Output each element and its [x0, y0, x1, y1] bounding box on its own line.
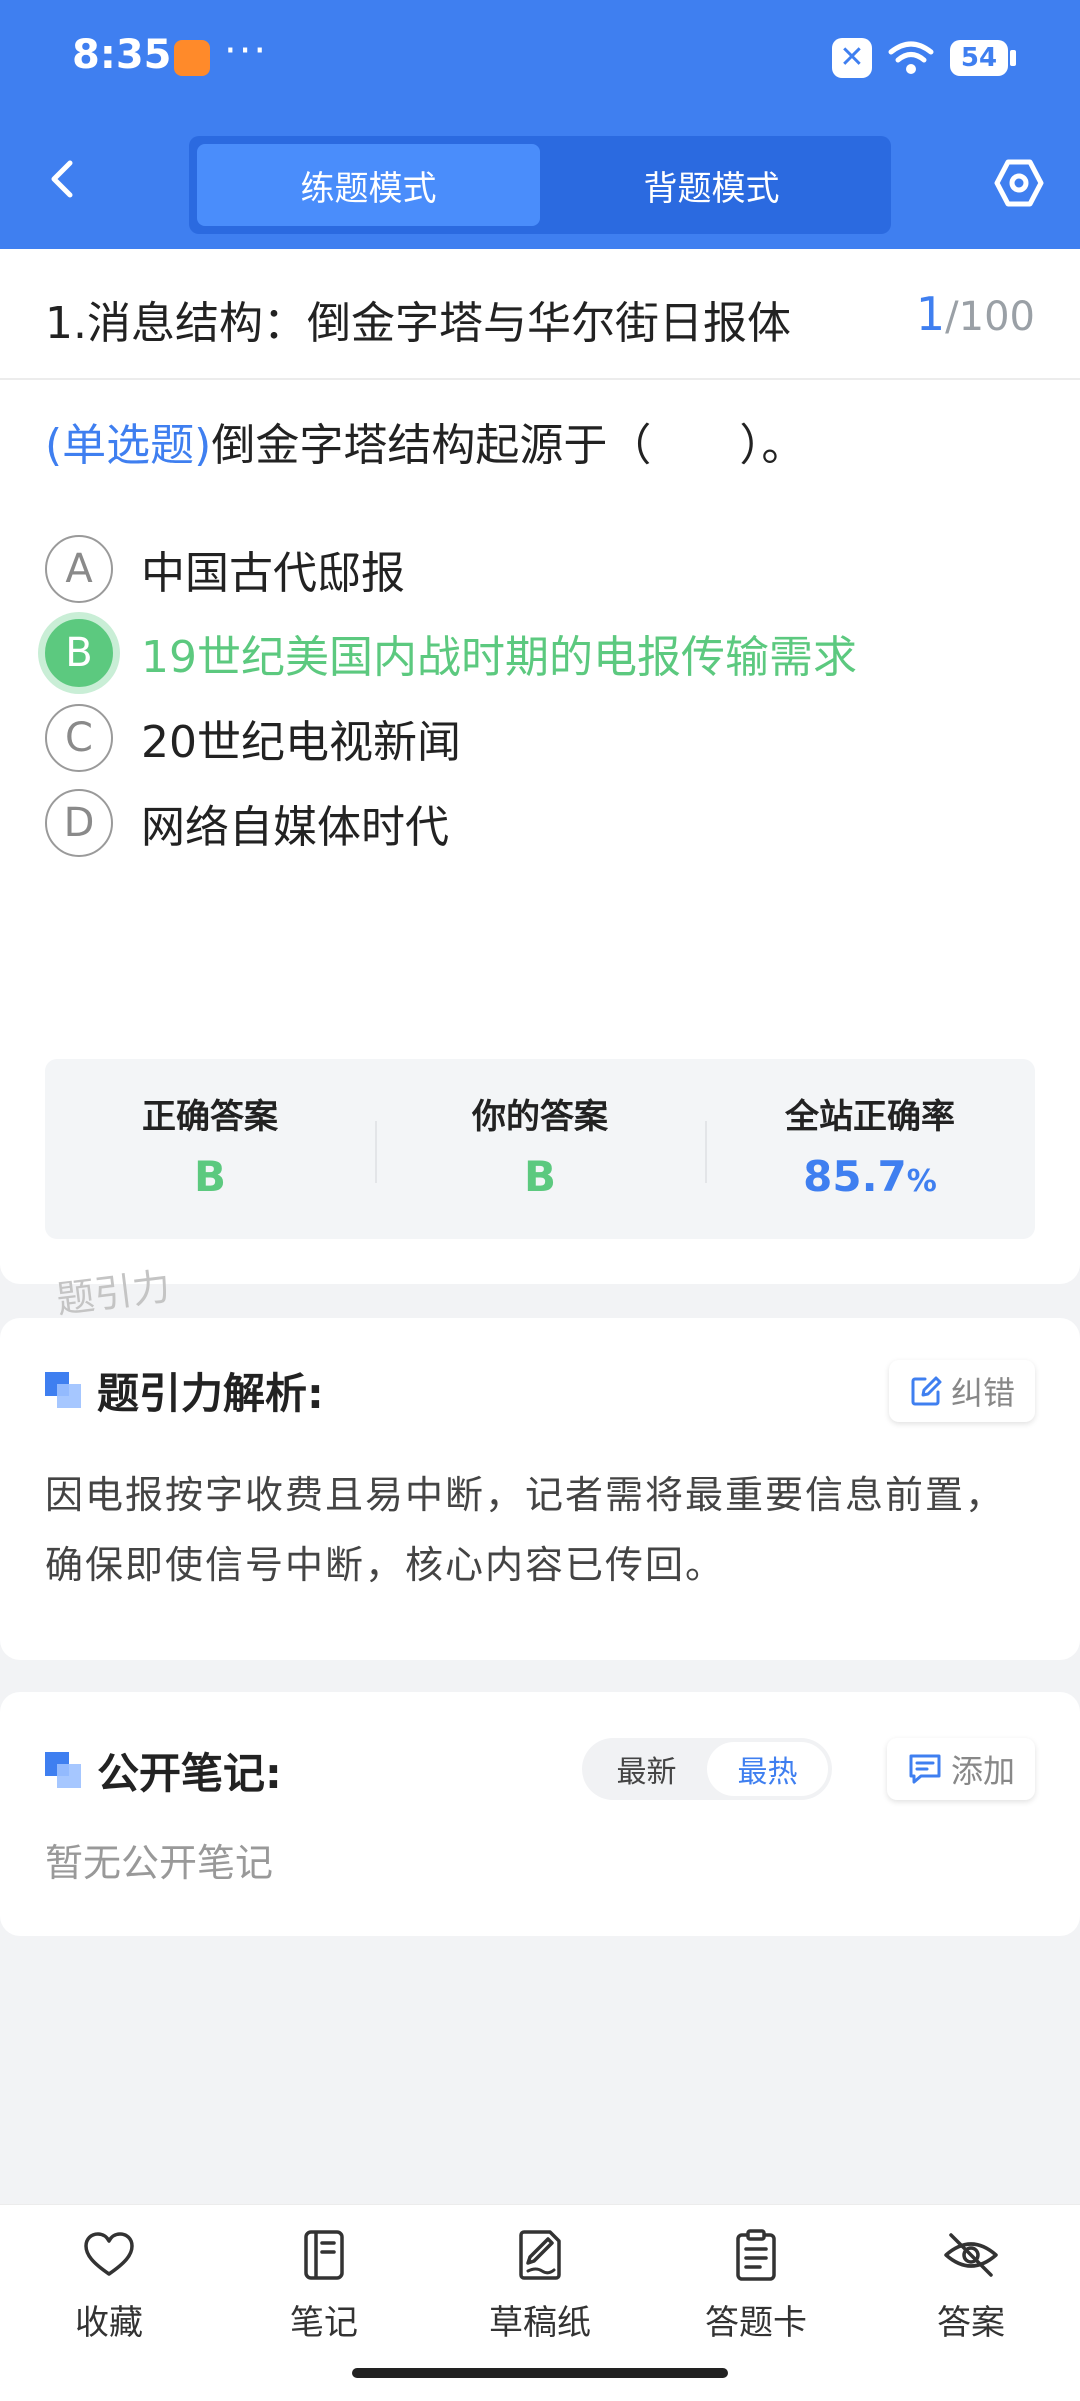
- question-stem: (单选题)倒金字塔结构起源于（ ）。: [45, 409, 805, 473]
- notes-title: 公开笔记:: [45, 1740, 282, 1801]
- question-counter: 1/100: [916, 287, 1035, 341]
- option-c[interactable]: C 20世纪电视新闻: [45, 703, 461, 773]
- stat-label: 全站正确率: [785, 1097, 955, 1137]
- stat-label: 正确答案: [142, 1097, 278, 1137]
- sort-hottest-tab[interactable]: 最热: [707, 1742, 828, 1796]
- favorite-button[interactable]: 收藏: [24, 2227, 194, 2344]
- option-letter: A: [45, 535, 113, 603]
- report-error-label: 纠错: [950, 1374, 1015, 1412]
- divider: [0, 378, 1080, 380]
- option-a[interactable]: A 中国古代邸报: [45, 534, 405, 604]
- add-note-button[interactable]: 添加: [886, 1738, 1035, 1800]
- draft-paper-button[interactable]: 草稿纸: [455, 2227, 625, 2344]
- settings-button[interactable]: [994, 158, 1044, 208]
- option-letter: D: [45, 789, 113, 857]
- your-answer-stat: 你的答案 B: [375, 1059, 705, 1239]
- status-time: 8:35: [72, 32, 172, 78]
- tab-label: 答题卡: [705, 2303, 807, 2343]
- section-square-icon: [45, 1371, 83, 1410]
- option-text: 中国古代邸报: [141, 548, 405, 599]
- notes-empty-text: 暂无公开笔记: [45, 1841, 274, 1885]
- correct-answer-stat: 正确答案 B: [45, 1059, 375, 1239]
- option-letter: C: [45, 704, 113, 772]
- stat-value: B: [523, 1152, 556, 1201]
- analysis-title: 题引力解析:: [45, 1360, 324, 1421]
- option-text: 19世纪美国内战时期的电报传输需求: [141, 632, 857, 683]
- show-answer-button[interactable]: 答案: [886, 2227, 1056, 2344]
- tab-recite-mode[interactable]: 背题模式: [540, 144, 883, 226]
- accuracy-rate-unit: %: [906, 1164, 937, 1199]
- notes-button[interactable]: 笔记: [239, 2227, 409, 2344]
- draft-paper-icon: [519, 2230, 561, 2280]
- heart-icon: [84, 2232, 134, 2276]
- edit-icon: [911, 1376, 942, 1406]
- tab-label: 草稿纸: [489, 2303, 591, 2343]
- tab-practice-mode[interactable]: 练题模式: [197, 144, 540, 226]
- stat-value: B: [193, 1152, 226, 1201]
- accuracy-rate-value: 85.7: [803, 1152, 907, 1201]
- option-b[interactable]: B 19世纪美国内战时期的电报传输需求: [45, 618, 857, 688]
- stat-value: 85.7%: [705, 1152, 1035, 1201]
- option-text: 网络自媒体时代: [141, 802, 449, 853]
- battery-icon: 54: [950, 40, 1016, 76]
- comment-icon: [909, 1754, 941, 1784]
- option-letter: B: [45, 619, 113, 687]
- total-questions: /100: [945, 294, 1035, 340]
- more-notifications-icon: ···: [224, 28, 269, 74]
- current-question-number: 1: [915, 287, 946, 341]
- accuracy-rate-stat: 全站正确率 85.7%: [705, 1059, 1035, 1239]
- tab-label: 答案: [937, 2303, 1005, 2343]
- question-card: 1.消息结构：倒金字塔与华尔街日报体 1/100 (单选题)倒金字塔结构起源于（…: [0, 249, 1080, 1284]
- notes-sort-switch: 最新 最热: [582, 1738, 832, 1800]
- answer-card-button[interactable]: 答题卡: [671, 2227, 841, 2344]
- report-error-button[interactable]: 纠错: [888, 1360, 1035, 1422]
- answer-stats: 正确答案 B 你的答案 B 全站正确率 85.7%: [45, 1059, 1035, 1239]
- sort-newest-tab[interactable]: 最新: [586, 1742, 707, 1796]
- status-icons: ✕ 54: [832, 38, 1016, 78]
- back-button[interactable]: [40, 155, 88, 203]
- eye-off-icon: [944, 2233, 998, 2277]
- public-notes-card: 公开笔记: 最新 最热 添加 暂无公开笔记: [0, 1692, 1080, 1936]
- mode-switch: 练题模式 背题模式: [189, 136, 891, 234]
- header: 8:35 ··· ✕ 54 练题模式 背题模式: [0, 0, 1080, 249]
- question-text: 倒金字塔结构起源于（ ）。: [211, 420, 806, 471]
- tab-label: 笔记: [290, 2303, 358, 2343]
- question-type-label: (单选题): [45, 420, 212, 471]
- answer-card-icon: [736, 2229, 776, 2281]
- stat-label: 你的答案: [472, 1097, 608, 1137]
- notes-title-text: 公开笔记:: [97, 1749, 282, 1798]
- add-note-label: 添加: [950, 1752, 1015, 1790]
- section-square-icon: [45, 1751, 83, 1790]
- home-indicator[interactable]: [352, 2368, 728, 2378]
- analysis-card: 题引力解析: 纠错 因电报按字收费且易中断，记者需将最重要信息前置，确保即使信号…: [0, 1318, 1080, 1660]
- wifi-icon: [888, 41, 934, 74]
- analysis-text: 因电报按字收费且易中断，记者需将最重要信息前置，确保即使信号中断，核心内容已传回…: [45, 1473, 1006, 1587]
- app-notification-icon: [174, 40, 210, 76]
- no-signal-icon: ✕: [832, 38, 872, 78]
- option-d[interactable]: D 网络自媒体时代: [45, 788, 449, 858]
- notebook-icon: [304, 2230, 344, 2280]
- option-text: 20世纪电视新闻: [141, 717, 461, 768]
- tab-label: 收藏: [75, 2303, 143, 2343]
- analysis-title-text: 题引力解析:: [97, 1369, 324, 1418]
- section-title: 1.消息结构：倒金字塔与华尔街日报体: [45, 298, 791, 349]
